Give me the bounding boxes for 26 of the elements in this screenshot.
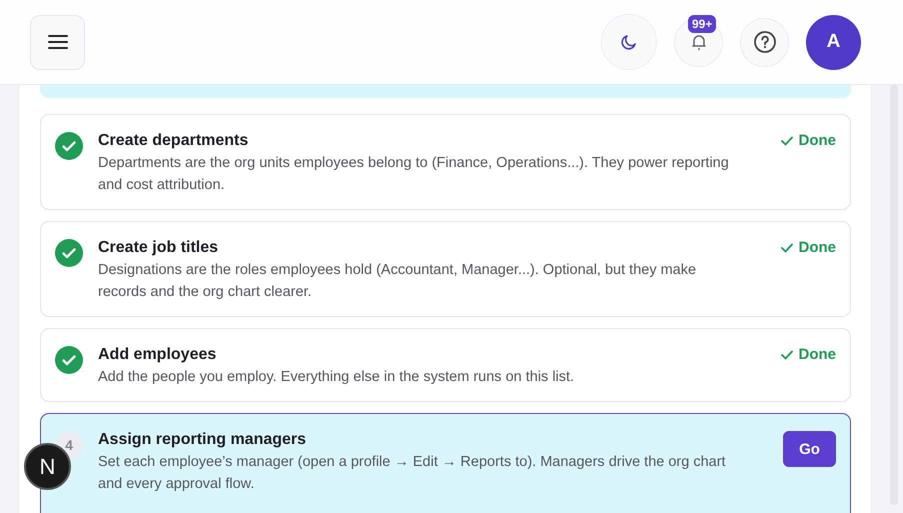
check-circle-icon — [55, 239, 83, 267]
done-status: Done — [798, 132, 836, 149]
notification-count-badge: 99+ — [688, 14, 716, 32]
step-title: Add employees — [98, 345, 218, 365]
step-description: Set each employee’s manager (open a profile → Edit → Reports to). Managers drive the org chart and every approval flow. — [98, 453, 727, 494]
step-title: Create departments — [98, 131, 250, 151]
check-circle-icon — [55, 132, 83, 160]
check-circle-icon — [55, 346, 83, 374]
menu-button[interactable] — [30, 14, 85, 70]
done-status: Done — [798, 346, 836, 363]
check-icon — [780, 136, 792, 146]
done-status: Done — [798, 239, 836, 256]
menu-icon — [48, 34, 68, 50]
user-avatar[interactable]: A — [806, 14, 861, 70]
step-title: Assign reporting managers — [98, 430, 308, 450]
go-button[interactable]: Go — [783, 431, 836, 467]
step-description: Designations are the roles employees hold (Accountant, Manager...). Optional, but they make records and the org chart clearer. — [98, 261, 698, 302]
help-icon — [752, 30, 776, 54]
check-icon — [780, 242, 792, 252]
step-title: Create job titles — [98, 238, 220, 258]
moon-icon — [620, 33, 638, 51]
step-description: Add the people you employ. Everything else in the system runs on this list. — [98, 368, 576, 387]
check-icon — [780, 350, 792, 360]
help-button[interactable] — [740, 18, 789, 66]
scrollbar[interactable] — [890, 85, 898, 505]
step-description: Departments are the org units employees belong to (Finance, Operations...). They power reporting and cost attribution. — [98, 154, 730, 195]
